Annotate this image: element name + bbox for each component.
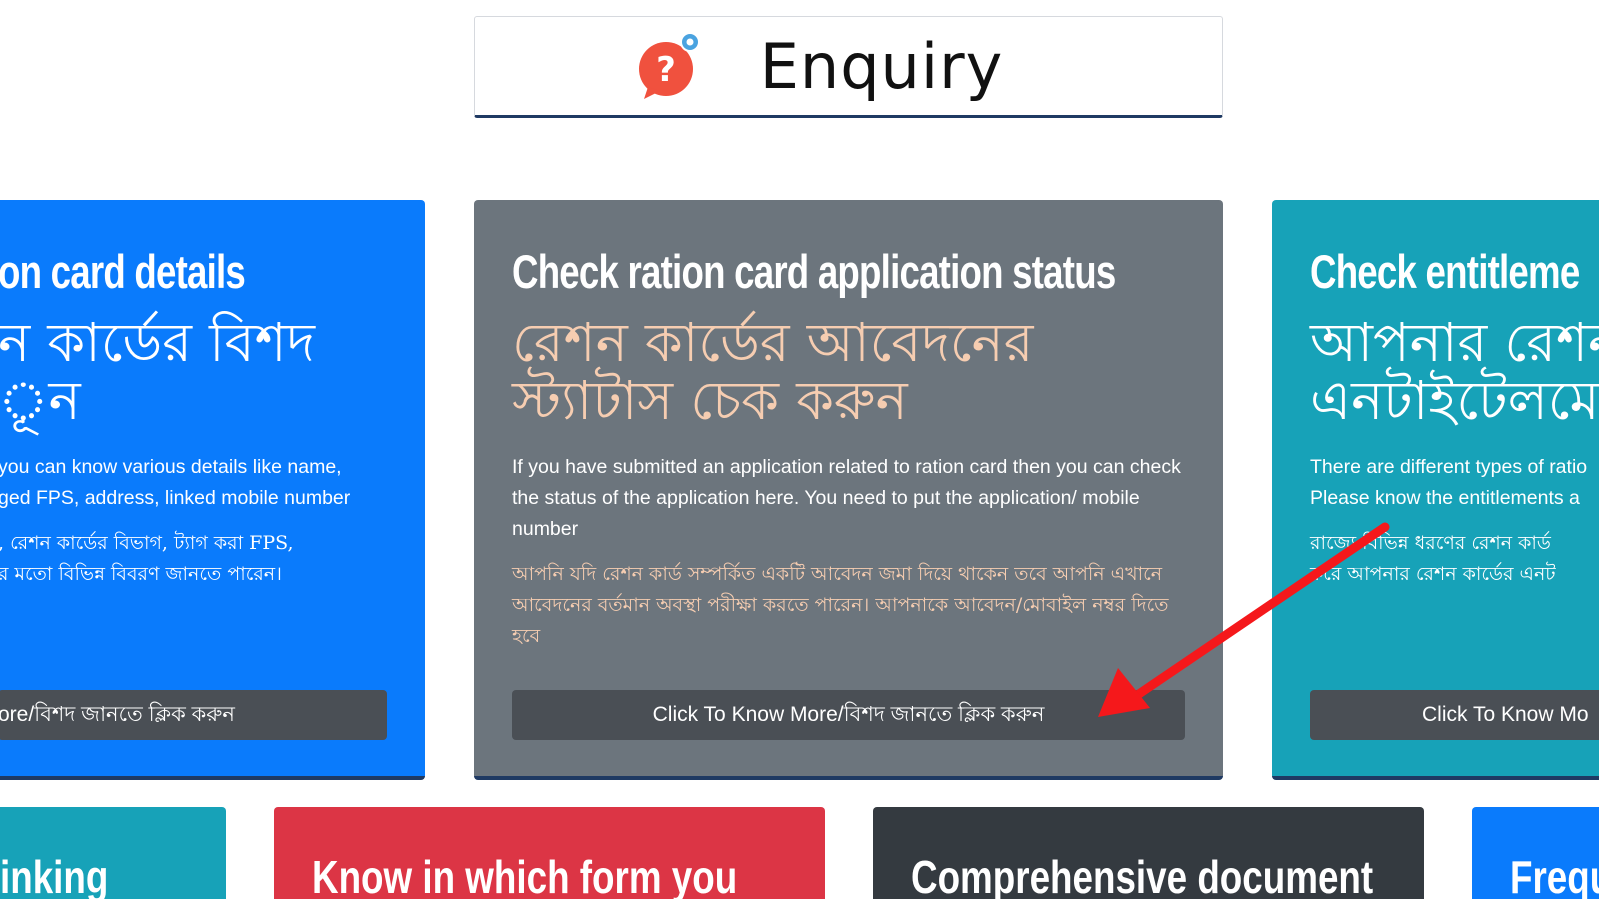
card-title: Check ration card application status: [512, 245, 1116, 298]
card-check-entitlement: Check entitleme আপনার রেশন এনটাইটেলমে Th…: [1272, 200, 1599, 780]
card-title-bn: ন কার্ডের বিশদ ূন: [0, 311, 315, 432]
know-more-button[interactable]: ore/বিশদ জানতে ক্লিক করুন: [0, 690, 387, 740]
card-title: Check entitleme: [1310, 245, 1580, 298]
card-faq[interactable]: Frequ: [1472, 807, 1599, 899]
card-title: on card details: [0, 245, 246, 298]
card-title-bn: আপনার রেশন এনটাইটেলমে: [1310, 311, 1599, 432]
card-description: If you have submitted an application rel…: [512, 456, 1181, 540]
card-ration-card-details: on card details ন কার্ডের বিশদ ূন you ca…: [0, 200, 425, 780]
card-title: Frequ: [1510, 851, 1599, 899]
card-linking[interactable]: inking: [0, 807, 226, 899]
card-description-bn: , রেশন কার্ডের বিভাগ, ট্যাগ করা FPS, র ম…: [0, 532, 294, 585]
card-application-status: Check ration card application status রেশ…: [474, 200, 1223, 780]
know-more-button[interactable]: Click To Know Mo: [1310, 690, 1599, 740]
card-title: inking: [0, 851, 109, 899]
enquiry-header: ? Enquiry: [474, 16, 1223, 118]
card-title-bn: রেশন কার্ডের আবেদনের স্ট্যাটাস চেক করুন: [512, 311, 1034, 432]
svg-text:?: ?: [656, 50, 676, 90]
card-description-bn: রাজ্যে বিভিন্ন ধরণের রেশন কার্ড করে আপনা…: [1310, 532, 1556, 585]
card-description: There are different types of ratio Pleas…: [1310, 456, 1588, 509]
card-title: Know in which form you: [312, 851, 738, 899]
page-title: Enquiry: [759, 29, 1004, 103]
know-more-button[interactable]: Click To Know More/বিশদ জানতে ক্লিক করুন: [512, 690, 1185, 740]
card-title: Comprehensive document: [911, 851, 1374, 899]
card-know-form[interactable]: Know in which form you: [274, 807, 825, 899]
question-chat-icon: ?: [638, 32, 700, 99]
page: ? Enquiry on card details ন কার্ডের বিশদ…: [0, 0, 1599, 899]
card-description-bn: আপনি যদি রেশন কার্ড সম্পর্কিত একটি আবেদন…: [512, 563, 1169, 647]
card-description: you can know various details like name, …: [0, 456, 351, 509]
card-comprehensive-document[interactable]: Comprehensive document: [873, 807, 1424, 899]
